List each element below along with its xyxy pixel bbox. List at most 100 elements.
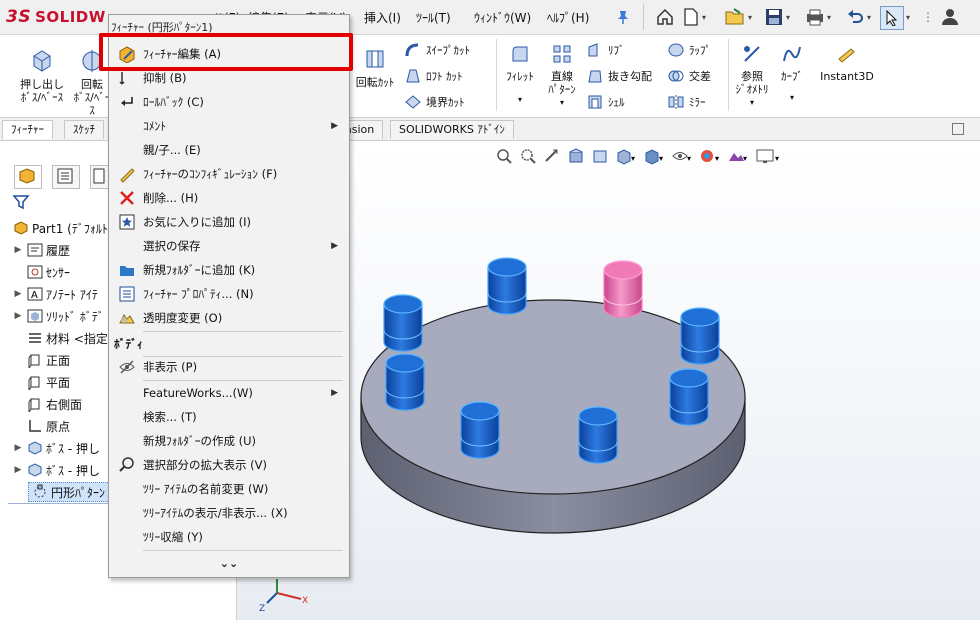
menu-rollback[interactable]: ﾛｰﾙﾊﾞｯｸ (C)	[110, 90, 348, 114]
menu-collapse-tree[interactable]: ﾂﾘｰ収縮 (Y)	[110, 525, 348, 549]
loft-cut-icon	[406, 69, 420, 83]
menu-featureworks[interactable]: FeatureWorks...(W) ▶	[110, 381, 348, 405]
shell-button[interactable]: ｼｪﾙ	[586, 93, 625, 111]
submenu-arrow-icon: ▶	[331, 241, 338, 251]
reference-geometry-button[interactable]: 参照 ｼﾞｵﾒﾄﾘ ▾	[732, 43, 772, 109]
draft-button[interactable]: 抜き勾配	[586, 67, 652, 85]
instant3d-button[interactable]: Instant3D	[816, 45, 878, 83]
menu-search[interactable]: 検索... (T)	[110, 405, 348, 429]
tree-item-sensors[interactable]: ｾﾝｻｰ	[12, 262, 70, 282]
menu-rename-tree-item[interactable]: ﾂﾘｰ ｱｲﾃﾑの名前変更 (W)	[110, 477, 348, 501]
loft-cut-button[interactable]: ﾛﾌﾄ ｶｯﾄ	[404, 67, 463, 85]
configuration-tab-icon[interactable]	[90, 165, 110, 189]
wrap-button[interactable]: ﾗｯﾌﾟ	[667, 41, 711, 59]
pattern-cylinder[interactable]	[487, 257, 527, 315]
panel-toggle-icon[interactable]	[952, 123, 964, 135]
menu-feature-properties[interactable]: ﾌｨｰﾁｬｰ ﾌﾟﾛﾊﾟﾃｨ... (N)	[110, 282, 348, 306]
user-icon[interactable]	[940, 6, 960, 28]
part-root-item[interactable]: Part1 (ﾃﾞﾌｫﾙﾄ	[10, 218, 108, 238]
tree-item-right-plane[interactable]: 右側面	[12, 394, 82, 414]
tree-item-boss-extrude-1[interactable]: ▶ ﾎﾞｽ - 押し	[12, 438, 100, 458]
menu-zoom-to-selection[interactable]: 選択部分の拡大表示 (V)	[110, 453, 348, 477]
menu-create-new-folder[interactable]: 新規ﾌｫﾙﾀﾞｰの作成 (U)	[110, 429, 348, 453]
selected-pattern-cylinder[interactable]	[603, 260, 643, 318]
menu-insert[interactable]: 挿入(I)	[364, 9, 401, 26]
menu-add-to-favorites[interactable]: お気に入りに追加 (I)	[110, 210, 348, 234]
menu-add-to-new-folder[interactable]: 新規ﾌｫﾙﾀﾞｰに追加 (K)	[110, 258, 348, 282]
intersect-button[interactable]: 交差	[667, 67, 711, 85]
delete-icon	[117, 189, 137, 207]
origin-icon	[27, 418, 43, 434]
linear-pattern-button[interactable]: 直線 ﾊﾟﾀｰﾝ ▾	[540, 43, 584, 109]
triad-z-label: Z	[259, 604, 265, 614]
feature-context-menu: ﾌｨｰﾁｬｰ (円形ﾊﾟﾀｰﾝ1) ﾌｨｰﾁｬｰ編集 (A) 抑制 (B) ﾛｰ…	[108, 14, 350, 578]
home-icon[interactable]	[655, 6, 675, 28]
tree-item-material[interactable]: 材料 <指定	[12, 328, 108, 348]
history-icon	[27, 242, 43, 258]
tab-sketch[interactable]: ｽｹｯﾁ	[64, 120, 104, 139]
expand-icon[interactable]: ▶	[12, 289, 24, 299]
menu-save-selection[interactable]: 選択の保存 ▶	[110, 234, 348, 258]
rib-button[interactable]: ﾘﾌﾞ	[586, 41, 625, 59]
pattern-cylinder[interactable]	[383, 294, 423, 352]
select-dropdown-icon[interactable]: ▾	[906, 6, 910, 28]
print-icon[interactable]: ▾	[805, 6, 831, 28]
tree-item-history[interactable]: ▶ 履歴	[12, 240, 70, 260]
expand-icon[interactable]: ▶	[12, 245, 24, 255]
save-icon[interactable]: ▾	[764, 6, 790, 28]
menu-change-transparency[interactable]: 透明度変更 (O)	[110, 306, 348, 330]
select-cursor-icon[interactable]	[880, 6, 904, 30]
sweep-cut-button[interactable]: ｽｲｰﾌﾟｶｯﾄ	[404, 41, 470, 59]
property-manager-tab-icon[interactable]	[52, 165, 80, 189]
tab-features[interactable]: ﾌｨｰﾁｬｰ	[2, 120, 53, 139]
expand-icon[interactable]: ▶	[12, 443, 24, 453]
pattern-cylinder[interactable]	[460, 401, 500, 459]
tree-item-top-plane[interactable]: 平面	[12, 372, 70, 392]
menu-hide[interactable]: 非表示 (P)	[110, 355, 348, 379]
tab-solidworks-addins[interactable]: SOLIDWORKS ｱﾄﾞｲﾝ	[390, 120, 514, 139]
menu-parent-child[interactable]: 親/子... (E)	[110, 138, 348, 162]
pin-icon[interactable]	[615, 6, 631, 28]
tree-item-boss-extrude-2[interactable]: ▶ ﾎﾞｽ - 押し	[12, 460, 100, 480]
filter-icon[interactable]	[12, 193, 30, 214]
pattern-cylinder[interactable]	[680, 307, 720, 365]
pattern-cylinder[interactable]	[385, 353, 425, 411]
undo-icon[interactable]: ▾	[845, 6, 871, 28]
menu-tools[interactable]: ﾂｰﾙ(T)	[416, 9, 451, 26]
feature-tree-tab-icon[interactable]	[14, 165, 42, 189]
tree-item-circular-pattern[interactable]: 円形ﾊﾟﾀｰﾝ	[28, 482, 113, 502]
menu-configure-feature[interactable]: ﾌｨｰﾁｬｰのｺﾝﾌｨｷﾞｭﾚｰｼｮﾝ (F)	[110, 162, 348, 186]
pattern-cylinder[interactable]	[669, 368, 709, 426]
hide-eye-icon	[117, 358, 137, 376]
fillet-button[interactable]: ﾌｨﾚｯﾄ ▾	[500, 43, 540, 106]
sweep-cut-icon	[405, 43, 419, 57]
extrude-boss-button[interactable]: 押し出し ﾎﾞｽ/ﾍﾞｰｽ	[12, 47, 72, 104]
menu-delete[interactable]: 削除... (H)	[110, 186, 348, 210]
folder-icon	[117, 261, 137, 279]
pattern-cylinder[interactable]	[578, 406, 618, 464]
more-icon[interactable]: ⋮	[922, 6, 934, 28]
solidworks-logo: 3S SOLIDW	[6, 7, 106, 27]
menu-comment[interactable]: ｺﾒﾝﾄ ▶	[110, 114, 348, 138]
expand-icon[interactable]: ▶	[12, 311, 24, 321]
menu-help[interactable]: ﾍﾙﾌﾟ(H)	[547, 9, 589, 26]
menu-expand-more[interactable]: ⌄⌄	[110, 551, 348, 575]
menu-show-hide-tree-items[interactable]: ﾂﾘｰｱｲﾃﾑの表示/非表示... (X)	[110, 501, 348, 525]
expand-icon[interactable]: ▶	[12, 465, 24, 475]
plane-icon	[27, 374, 43, 392]
boundary-cut-button[interactable]: 境界ｶｯﾄ	[404, 93, 465, 111]
mirror-button[interactable]: ﾐﾗｰ	[667, 93, 706, 111]
menu-window[interactable]: ｳｨﾝﾄﾞｳ(W)	[474, 9, 531, 26]
tree-item-front-plane[interactable]: 正面	[12, 350, 70, 370]
tree-item-solid-bodies[interactable]: ▶ ｿﾘｯﾄﾞ ﾎﾞﾃﾞ	[12, 306, 104, 326]
menu-section-body: ﾎﾞﾃﾞｨ	[114, 337, 143, 351]
boss-extrude-icon	[27, 440, 43, 456]
tree-item-origin[interactable]: 原点	[12, 416, 70, 436]
curves-button[interactable]: ｶｰﾌﾞ ▾	[774, 43, 810, 104]
open-folder-icon[interactable]: ▾	[724, 6, 752, 28]
tree-item-annotations[interactable]: ▶ A ｱﾉﾃｰﾄ ｱｲﾃ	[12, 284, 98, 304]
submenu-arrow-icon: ▶	[331, 388, 338, 398]
curves-icon	[774, 43, 810, 68]
revolve-cut-button[interactable]: 回転ｶｯﾄ	[352, 47, 398, 89]
new-document-icon[interactable]: ▾	[682, 6, 706, 28]
